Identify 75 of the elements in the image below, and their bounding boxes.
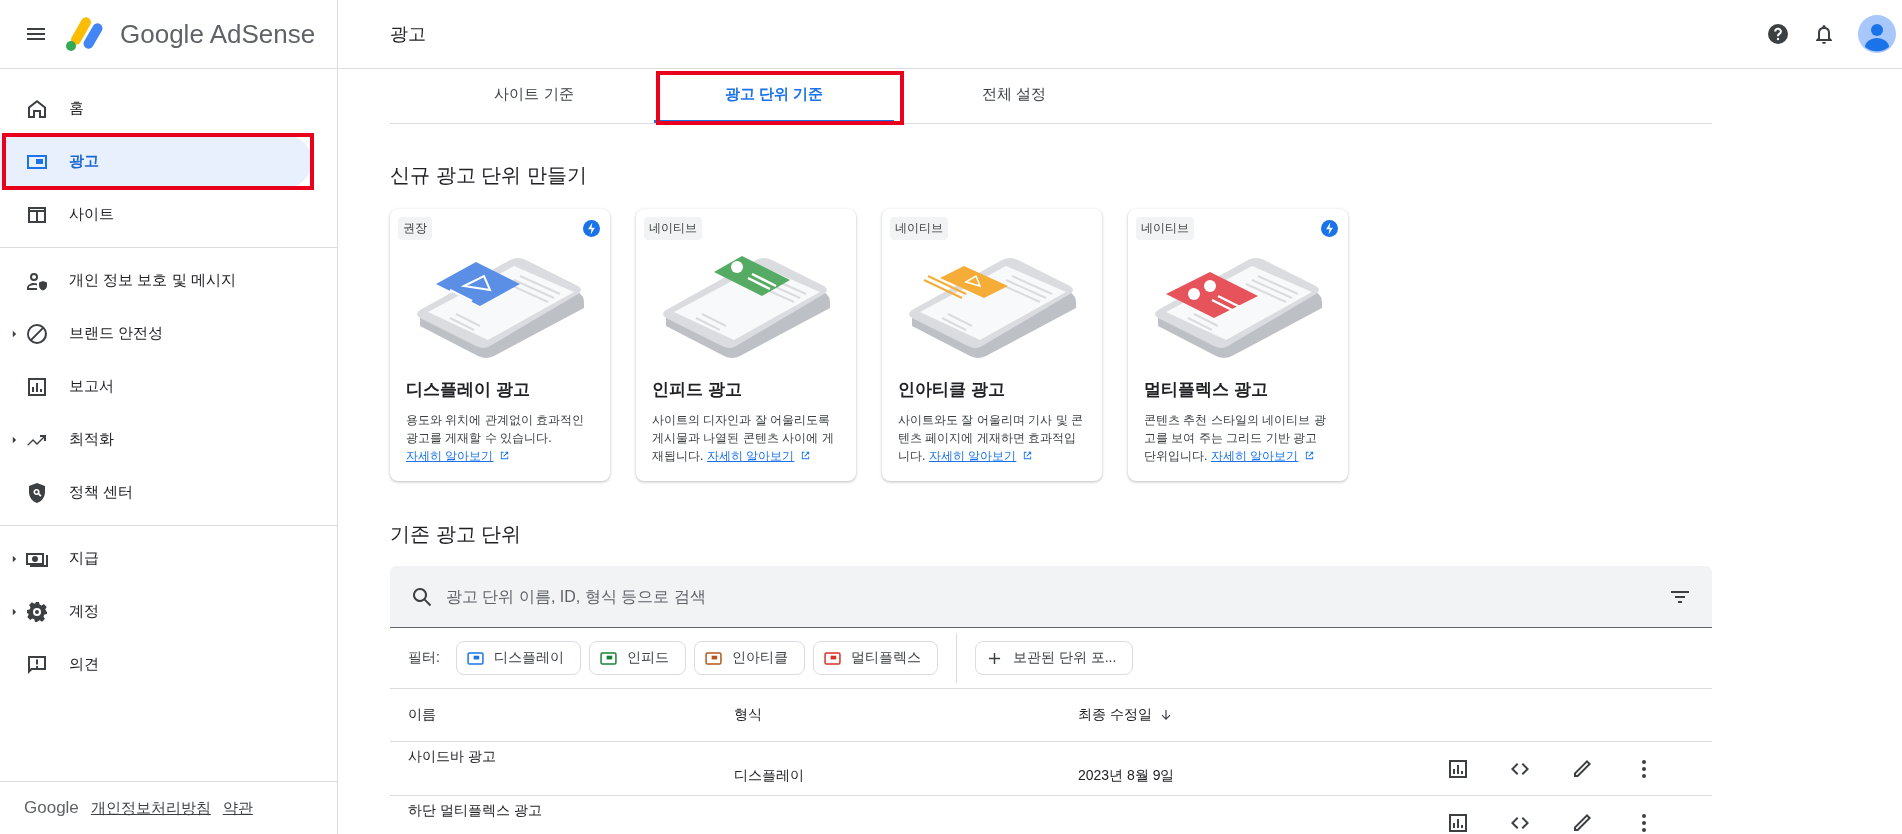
filter-chip[interactable]: 디스플레이 xyxy=(455,641,581,675)
card-tag: 네이티브 xyxy=(1136,217,1194,240)
ad-unit-icon xyxy=(599,651,617,665)
table-cell-text: 하단 멀티플렉스 광고 xyxy=(407,801,543,820)
expand-icon[interactable] xyxy=(12,607,17,616)
learn-more-link[interactable]: 자세히 알아보기 xyxy=(406,449,511,463)
external-link-icon xyxy=(1022,450,1034,461)
tab[interactable]: 사이트 기준 xyxy=(414,69,654,123)
expand-icon[interactable] xyxy=(12,435,17,444)
nav-item[interactable]: 브랜드 안전성 xyxy=(0,307,312,360)
nav-item[interactable]: 개인 정보 보호 및 메시지 xyxy=(0,254,312,307)
page-title: 광고 xyxy=(390,23,426,46)
ad-type-card[interactable]: 네이티브 인아티클 광고 사이트와도 잘 어울리며 기사 및 콘텐츠 페이지에 게재하면 효과적입니다. 자세히 알아보기 xyxy=(882,209,1102,481)
lightning-icon xyxy=(1321,220,1338,237)
settings-icon xyxy=(25,599,49,624)
column-header[interactable]: 최종 수정일 xyxy=(1078,706,1418,724)
filter-chip[interactable]: 인피드 xyxy=(588,641,686,675)
block-icon xyxy=(25,321,49,346)
card-title: 인아티클 광고 xyxy=(898,379,1006,401)
help-icon[interactable] xyxy=(1766,22,1790,46)
card-title: 인피드 광고 xyxy=(652,379,743,401)
learn-more-link[interactable]: 자세히 알아보기 xyxy=(706,449,812,463)
table-cell-text: 사이드바 광고 xyxy=(407,747,497,766)
brand-name: Google AdSense xyxy=(120,18,316,50)
card-description: 사이트의 디자인과 잘 어울리도록 게시물과 나열된 콘텐츠 사이에 게재됩니다. 자세히 알아보기 xyxy=(652,412,835,465)
arrow-down-icon xyxy=(1159,709,1172,721)
external-link-icon xyxy=(1304,450,1316,461)
nav-item[interactable]: 최적화 xyxy=(0,413,312,466)
card-tag: 권장 xyxy=(398,217,432,240)
filter-label: 필터: xyxy=(408,649,440,667)
ad-type-card[interactable]: 네이티브 멀티플렉스 광고 콘텐츠 추천 스타일의 네이티브 광고를 보여 주는 그리드 기반 광고 단위입니다. 자세히 알아보기 xyxy=(1128,209,1348,481)
table-cell: 디스플레이 xyxy=(734,766,804,783)
ad-type-card[interactable]: 권장 디스플레이 광고 용도와 위치에 관계없이 효과적인 광고를 게재할 수 있습니다. 자세히 알아보기 xyxy=(390,209,610,481)
nav-item[interactable]: 홈 xyxy=(0,82,312,135)
column-header: 형식 xyxy=(734,706,763,724)
nav-item[interactable]: 사이트 xyxy=(0,188,312,241)
search-bar[interactable]: 광고 단위 이름, ID, 형식 등으로 검색 xyxy=(390,566,1712,628)
external-link-icon xyxy=(499,450,511,461)
section-title: 기존 광고 단위 xyxy=(390,522,523,547)
section-title: 신규 광고 단위 만들기 xyxy=(390,163,588,188)
footer-link[interactable]: 약관 xyxy=(222,798,253,818)
search-field[interactable]: 광고 단위 이름, ID, 형식 등으로 검색 xyxy=(444,586,1658,607)
card-title: 멀티플렉스 광고 xyxy=(1144,379,1269,401)
footer-link[interactable]: 개인정보처리방침 xyxy=(90,798,211,818)
card-description: 용도와 위치에 관계없이 효과적인 광고를 게재할 수 있습니다. 자세히 알아보기 xyxy=(406,412,586,465)
nav-item[interactable]: 의견 xyxy=(0,638,312,691)
ad-unit-icon xyxy=(704,651,722,665)
expand-icon[interactable] xyxy=(12,329,17,338)
filter-chip[interactable]: 멀티플렉스 xyxy=(812,641,938,675)
card-description: 콘텐츠 추천 스타일의 네이티브 광고를 보여 주는 그리드 기반 광고 단위입니다. 자세히 알아보기 xyxy=(1144,412,1327,465)
table-cell: 2023년 8월 9일 xyxy=(1078,766,1175,783)
ad-unit-icon xyxy=(466,651,484,665)
tab[interactable]: 광고 단위 기준 xyxy=(654,69,894,123)
tab[interactable]: 전체 설정 xyxy=(894,69,1134,123)
archived-units-button[interactable]: 보관된 단위 포... xyxy=(974,641,1134,675)
card-description: 사이트와도 잘 어울리며 기사 및 콘텐츠 페이지에 게재하면 효과적입니다. 자세히 알아보기 xyxy=(898,412,1085,465)
external-link-icon xyxy=(800,450,812,461)
lightning-icon xyxy=(583,220,600,237)
nav-item[interactable]: 보고서 xyxy=(0,360,312,413)
card-tag: 네이티브 xyxy=(644,217,702,240)
expand-icon[interactable] xyxy=(12,554,17,563)
avatar-icon[interactable] xyxy=(1858,15,1896,53)
filter-chip[interactable]: 인아티클 xyxy=(693,641,805,675)
footer-brand: Google xyxy=(24,798,79,818)
column-header: 이름 xyxy=(407,706,437,724)
nav-item[interactable]: 계정 xyxy=(0,585,312,638)
nav-item[interactable]: 광고 xyxy=(0,135,312,188)
card-title: 디스플레이 광고 xyxy=(406,379,531,401)
learn-more-link[interactable]: 자세히 알아보기 xyxy=(928,449,1034,463)
nav-item[interactable]: 정책 센터 xyxy=(0,466,312,519)
nav-item[interactable]: 지급 xyxy=(0,532,312,585)
ad-unit-icon xyxy=(823,651,841,665)
learn-more-link[interactable]: 자세히 알아보기 xyxy=(1210,449,1316,463)
ad-type-card[interactable]: 네이티브 인피드 광고 사이트의 디자인과 잘 어울리도록 게시물과 나열된 콘텐츠 사이에 게재됩니다. 자세히 알아보기 xyxy=(636,209,856,481)
card-tag: 네이티브 xyxy=(890,217,948,240)
